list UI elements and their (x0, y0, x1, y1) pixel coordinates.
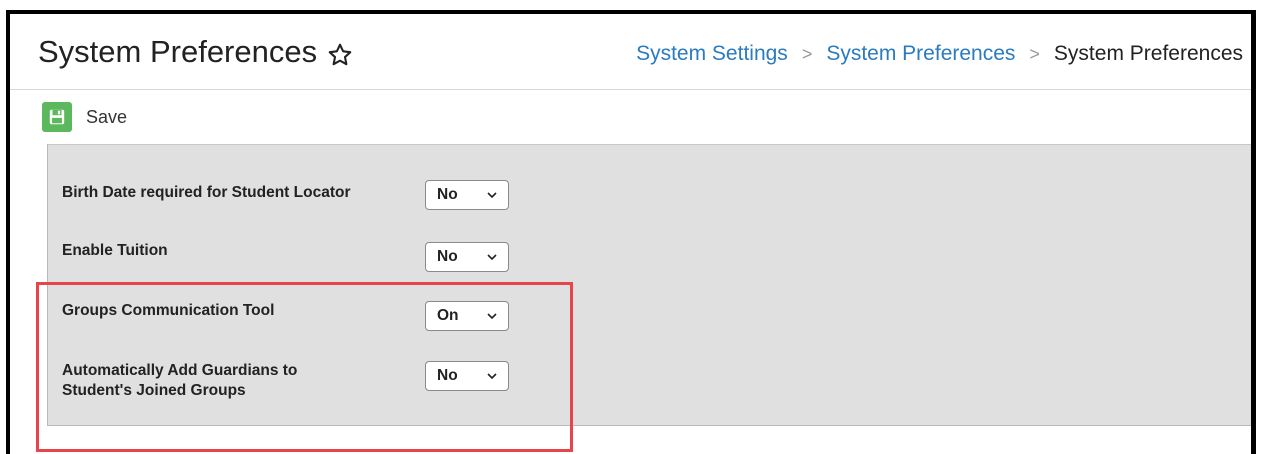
auto-add-guardians-select[interactable]: No (425, 361, 509, 391)
select-value: On (437, 307, 459, 324)
birth-date-required-select[interactable]: No (425, 180, 509, 210)
preference-label: Automatically Add Guardians to Student's… (62, 362, 298, 399)
breadcrumb-separator-icon: > (801, 43, 813, 64)
app-window: System Preferences System Settings > Sys… (6, 10, 1256, 454)
select-value: No (437, 367, 458, 384)
floppy-disk-icon[interactable] (42, 102, 72, 132)
chevron-down-icon (487, 313, 497, 320)
breadcrumb: System Settings > System Preferences > S… (636, 42, 1243, 66)
chevron-down-icon (487, 254, 497, 261)
star-icon[interactable] (327, 40, 353, 66)
toolbar: Save (42, 102, 127, 132)
select-value: No (437, 186, 458, 203)
breadcrumb-current: System Preferences (1053, 42, 1243, 65)
preference-label: Enable Tuition (62, 242, 168, 259)
select-value: No (437, 248, 458, 265)
chevron-down-icon (487, 373, 497, 380)
preferences-panel: Birth Date required for Student Locator … (47, 144, 1251, 426)
breadcrumb-link-system-settings[interactable]: System Settings (636, 42, 788, 66)
preference-label: Groups Communication Tool (62, 302, 275, 319)
enable-tuition-select[interactable]: No (425, 242, 509, 272)
header-divider (10, 89, 1251, 90)
chevron-down-icon (487, 192, 497, 199)
save-button[interactable]: Save (86, 107, 127, 128)
groups-communication-tool-select[interactable]: On (425, 301, 509, 331)
page-title-container: System Preferences (38, 34, 353, 70)
breadcrumb-link-system-preferences[interactable]: System Preferences (826, 42, 1015, 66)
page-title: System Preferences (38, 34, 318, 69)
breadcrumb-separator-icon: > (1029, 43, 1040, 64)
preference-label: Birth Date required for Student Locator (62, 184, 351, 201)
